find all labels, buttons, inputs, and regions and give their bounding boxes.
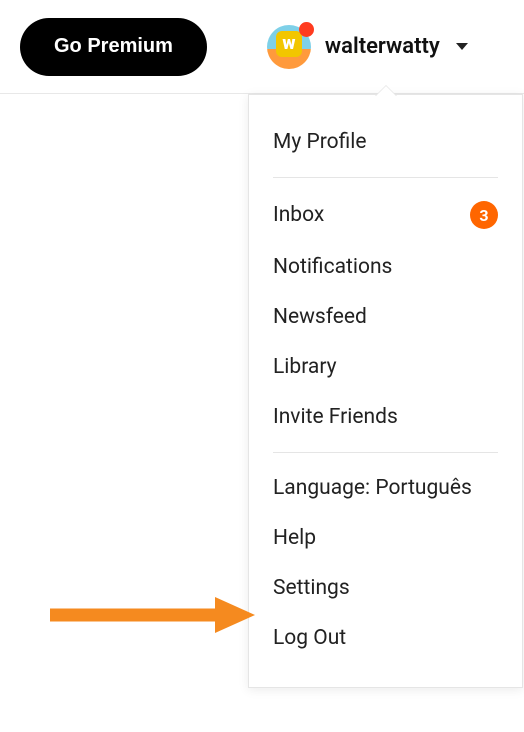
avatar-container: w bbox=[267, 25, 311, 69]
menu-item-help[interactable]: Help bbox=[249, 513, 522, 563]
top-bar: Go Premium w walterwatty bbox=[0, 0, 524, 94]
menu-label: Language: Português bbox=[273, 476, 472, 500]
menu-label: Help bbox=[273, 526, 316, 550]
menu-label: Inbox bbox=[273, 203, 324, 227]
menu-item-logout[interactable]: Log Out bbox=[249, 613, 522, 663]
menu-divider bbox=[273, 177, 498, 178]
annotation-arrow-icon bbox=[50, 595, 260, 635]
notification-dot-icon bbox=[299, 22, 314, 37]
menu-item-language[interactable]: Language: Português bbox=[249, 463, 522, 513]
menu-label: My Profile bbox=[273, 130, 367, 154]
menu-label: Invite Friends bbox=[273, 405, 398, 429]
menu-item-invite-friends[interactable]: Invite Friends bbox=[249, 392, 522, 442]
menu-item-settings[interactable]: Settings bbox=[249, 563, 522, 613]
menu-item-notifications[interactable]: Notifications bbox=[249, 242, 522, 292]
avatar-letter: w bbox=[276, 31, 302, 57]
user-menu-trigger[interactable]: w walterwatty bbox=[267, 25, 468, 69]
menu-item-newsfeed[interactable]: Newsfeed bbox=[249, 292, 522, 342]
username-label: walterwatty bbox=[325, 34, 440, 59]
caret-down-icon bbox=[456, 43, 468, 50]
menu-label: Log Out bbox=[273, 626, 346, 650]
user-dropdown-menu: My Profile Inbox 3 Notifications Newsfee… bbox=[248, 94, 523, 688]
menu-item-inbox[interactable]: Inbox 3 bbox=[249, 188, 522, 242]
menu-item-library[interactable]: Library bbox=[249, 342, 522, 392]
menu-label: Settings bbox=[273, 576, 350, 600]
menu-label: Library bbox=[273, 355, 337, 379]
menu-label: Notifications bbox=[273, 255, 392, 279]
menu-divider bbox=[273, 452, 498, 453]
menu-item-my-profile[interactable]: My Profile bbox=[249, 117, 522, 167]
inbox-count-badge: 3 bbox=[470, 201, 498, 229]
menu-label: Newsfeed bbox=[273, 305, 367, 329]
go-premium-button[interactable]: Go Premium bbox=[20, 18, 207, 76]
